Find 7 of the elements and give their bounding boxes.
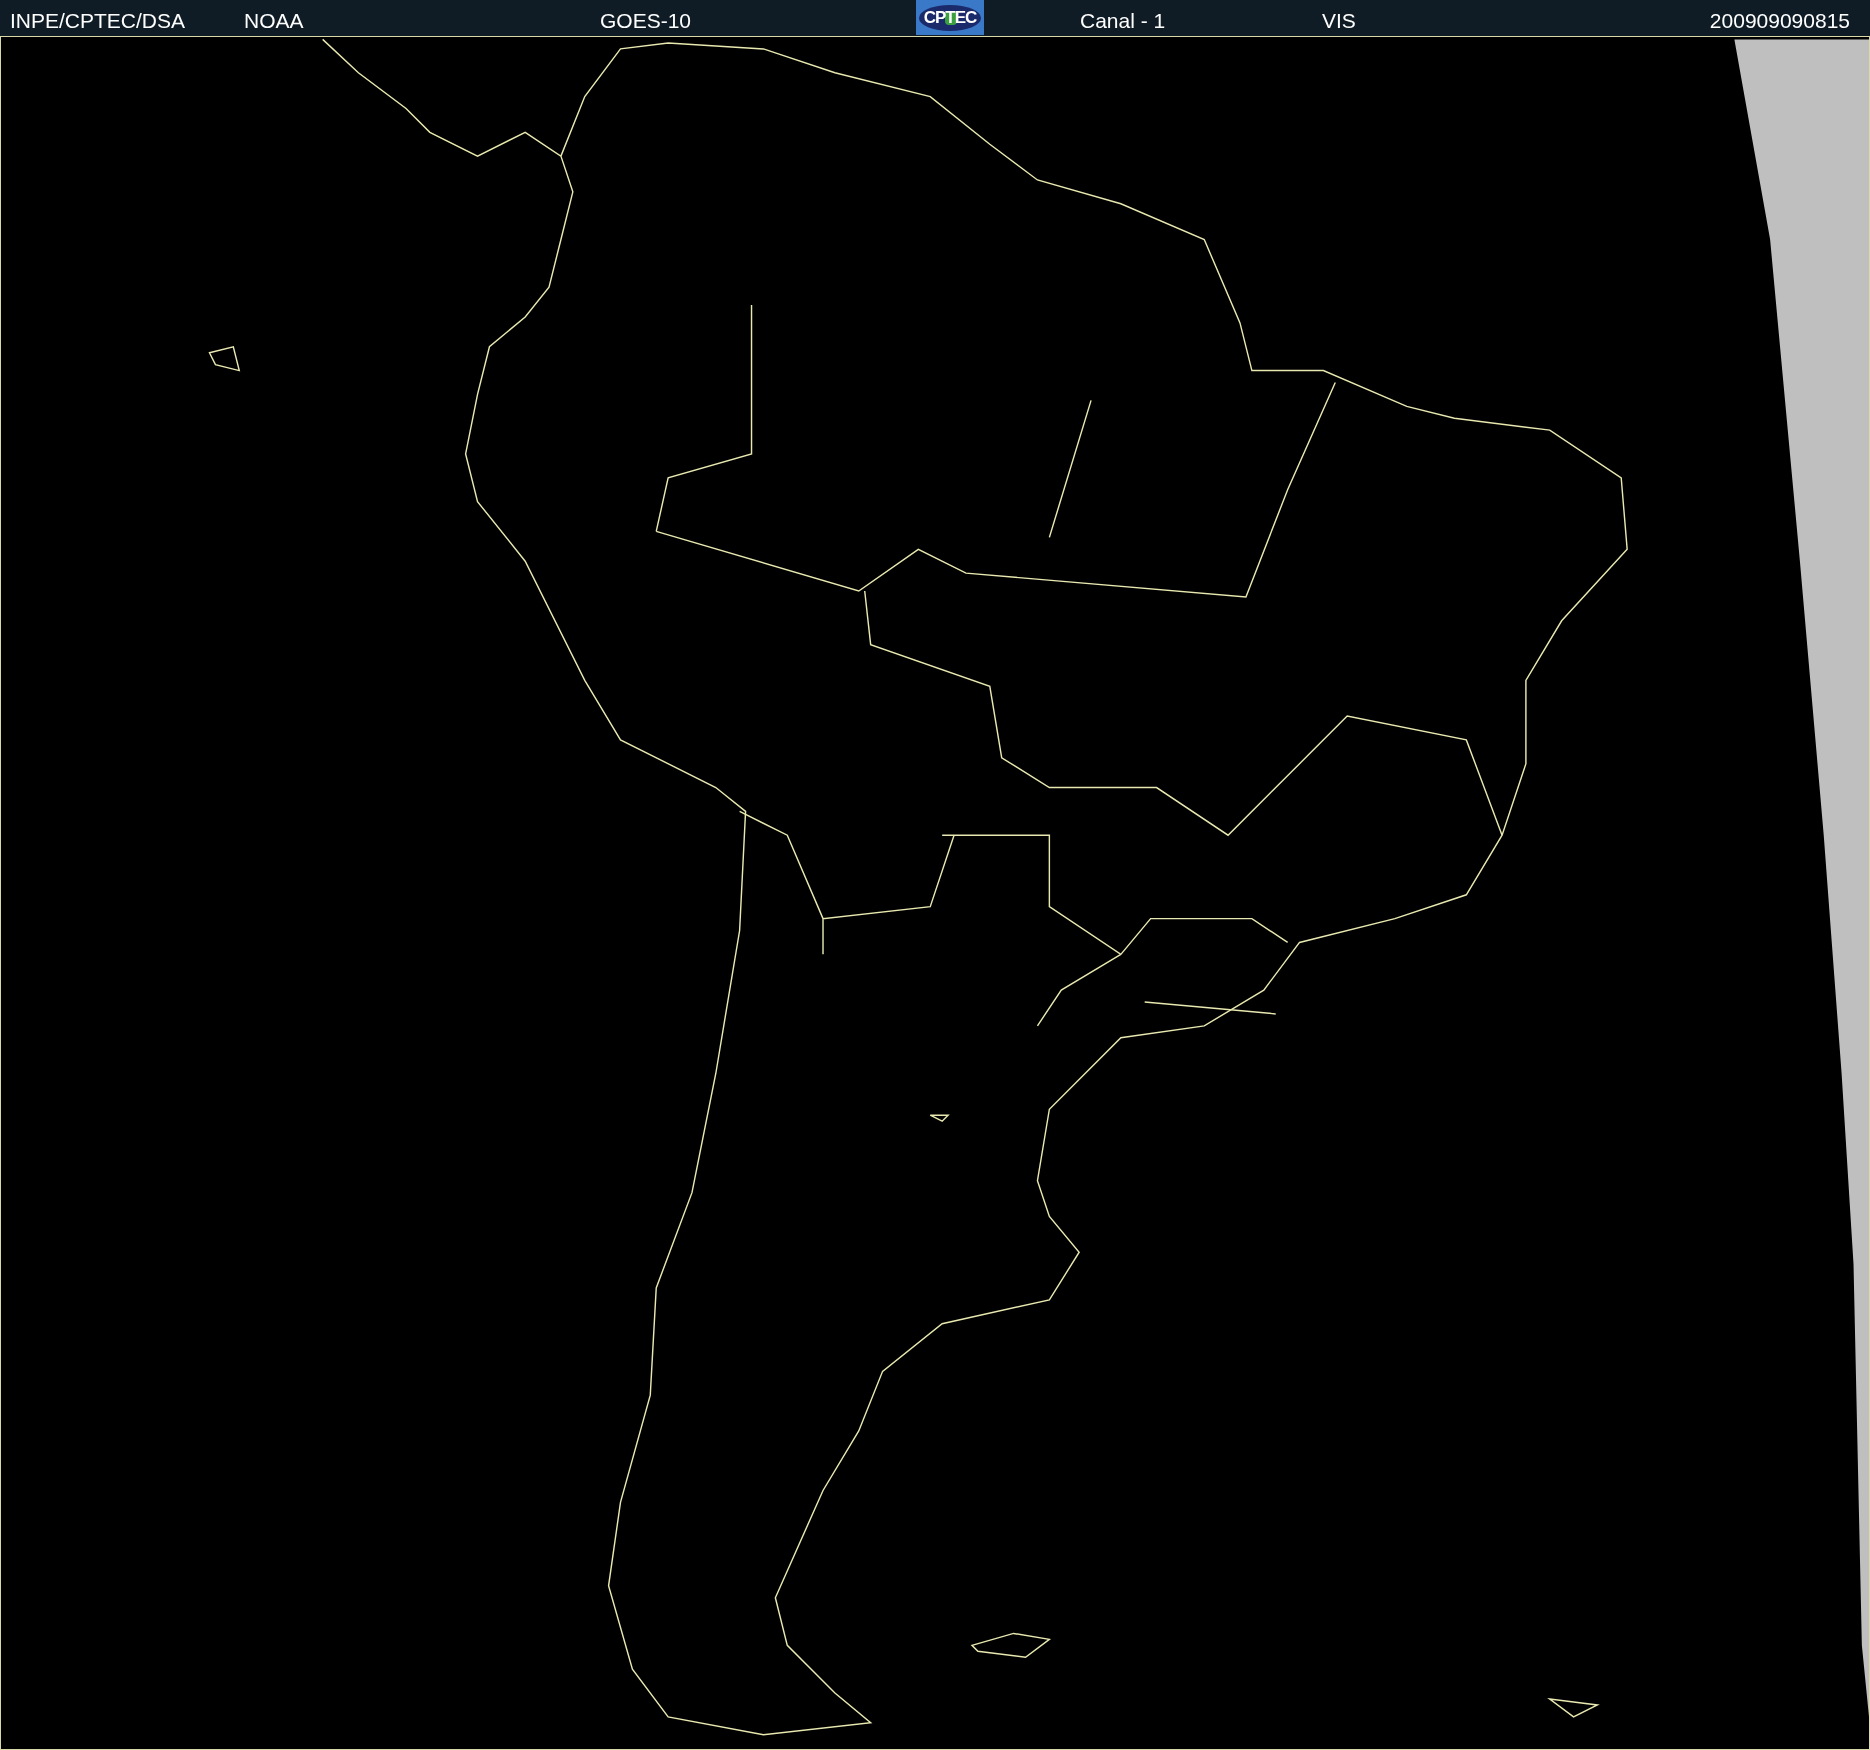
logo: CPTEC [916, 0, 984, 35]
band-label: VIS [1322, 8, 1356, 34]
agency-label: INPE/CPTEC/DSA [10, 8, 186, 34]
source-label: NOAA [244, 8, 304, 34]
channel-label: Canal - 1 [1080, 8, 1166, 34]
timestamp-label: 200909090815 [1709, 8, 1850, 34]
satellite-label: GOES-10 [600, 8, 692, 34]
